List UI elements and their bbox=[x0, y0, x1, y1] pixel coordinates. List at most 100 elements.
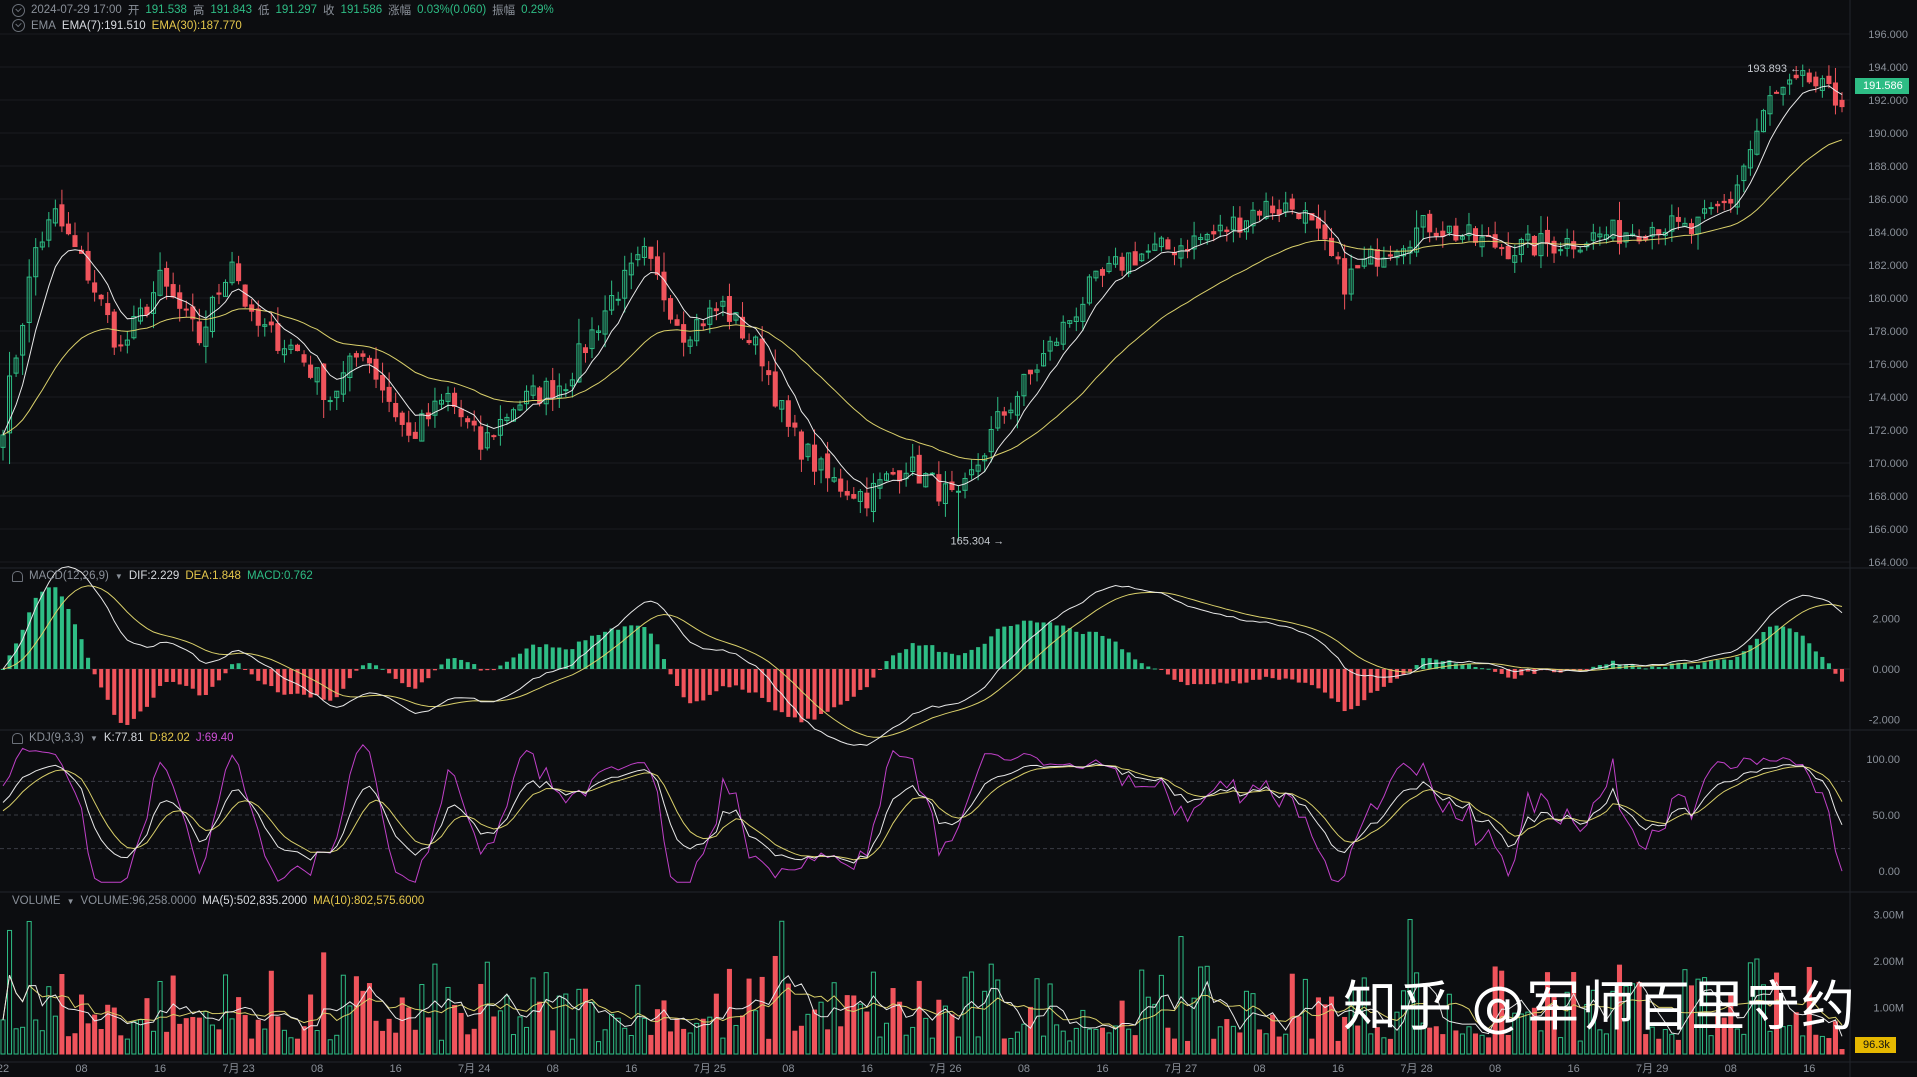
macd-histogram-bar bbox=[1839, 669, 1845, 682]
candle bbox=[1257, 209, 1263, 221]
chart-canvas[interactable]: 193.893 ←165.304 →196.000194.000192.0001… bbox=[0, 0, 1917, 1077]
kdj-k-line bbox=[2, 763, 1843, 864]
candle-body bbox=[890, 472, 896, 475]
macd-histogram-bar bbox=[302, 669, 307, 695]
candle bbox=[589, 317, 595, 359]
macd-histogram-bar bbox=[1493, 669, 1498, 672]
volume-bar bbox=[1198, 966, 1204, 1055]
visibility-icon[interactable] bbox=[12, 19, 25, 32]
candle-body bbox=[1001, 411, 1007, 416]
volume-bar bbox=[1060, 1030, 1066, 1055]
volume-bar bbox=[294, 1038, 301, 1055]
volume-bar bbox=[798, 1025, 804, 1055]
price-axis-label: 176.000 bbox=[1868, 359, 1908, 371]
macd-histogram-bar bbox=[655, 644, 660, 669]
macd-indicator-name[interactable]: MACD(12,26,9) bbox=[29, 570, 109, 582]
candle-body bbox=[1492, 234, 1498, 248]
chevron-down-icon[interactable]: ▼ bbox=[67, 897, 75, 906]
volume-bar bbox=[720, 1037, 726, 1055]
candle bbox=[753, 335, 759, 355]
chevron-down-icon[interactable]: ▼ bbox=[115, 572, 123, 581]
macd-histogram-bar bbox=[524, 648, 529, 669]
kdj-axis-label: 0.00 bbox=[1879, 866, 1900, 878]
candle bbox=[196, 308, 202, 346]
macd-histogram-bar bbox=[1054, 625, 1059, 669]
candle-body bbox=[766, 370, 772, 376]
candle-body bbox=[1826, 75, 1832, 84]
volume-bar bbox=[465, 1034, 471, 1055]
candle bbox=[65, 212, 71, 236]
volume-bar bbox=[753, 1010, 759, 1055]
volume-bar bbox=[399, 997, 405, 1055]
volume-bar bbox=[1217, 1026, 1223, 1055]
candle bbox=[1800, 64, 1806, 88]
candle bbox=[249, 299, 255, 322]
candle bbox=[72, 222, 78, 248]
candle bbox=[340, 361, 346, 403]
macd-histogram-bar bbox=[544, 644, 549, 669]
volume-bar bbox=[144, 998, 150, 1055]
macd-histogram-bar bbox=[1087, 631, 1092, 669]
visibility-icon[interactable] bbox=[12, 3, 25, 17]
volume-bar bbox=[543, 972, 549, 1055]
candle bbox=[491, 434, 497, 440]
alert-bell-icon[interactable] bbox=[12, 570, 23, 582]
volume-bar bbox=[334, 1034, 340, 1055]
volume-bar bbox=[785, 983, 791, 1055]
candle bbox=[46, 212, 52, 248]
x-axis-label: 08 bbox=[75, 1063, 87, 1075]
kdj-d-value: D:82.02 bbox=[149, 732, 190, 744]
macd-histogram-bar bbox=[197, 669, 202, 696]
candle-body bbox=[1165, 239, 1171, 250]
candle-body bbox=[386, 386, 392, 402]
macd-histogram-bar bbox=[1748, 645, 1753, 669]
volume-axis-label: 2.00M bbox=[1873, 956, 1904, 968]
ema7-line bbox=[2, 85, 1843, 490]
volume-bar bbox=[1204, 965, 1210, 1055]
volume-bar bbox=[563, 993, 569, 1055]
candle-body bbox=[1440, 230, 1446, 237]
candle bbox=[779, 400, 785, 423]
candle-body bbox=[615, 298, 621, 301]
macd-histogram-bar bbox=[871, 669, 876, 678]
candle bbox=[818, 456, 824, 484]
volume-bar bbox=[1054, 1024, 1060, 1055]
volume-bar bbox=[805, 1013, 811, 1055]
macd-histogram-bar bbox=[105, 669, 110, 700]
macd-histogram-bar bbox=[354, 669, 359, 671]
macd-histogram-bar bbox=[1211, 669, 1216, 685]
candle-body bbox=[759, 338, 765, 367]
macd-histogram-bar bbox=[1826, 663, 1831, 669]
volume-bar bbox=[393, 1032, 399, 1055]
chevron-down-icon[interactable]: ▼ bbox=[90, 734, 98, 743]
candle-body bbox=[563, 389, 569, 392]
macd-histogram-bar bbox=[1257, 669, 1262, 680]
candle bbox=[1544, 216, 1551, 257]
macd-histogram-bar bbox=[969, 649, 974, 669]
alert-bell-icon[interactable] bbox=[12, 732, 23, 744]
candle bbox=[883, 471, 890, 482]
candle bbox=[641, 237, 647, 266]
candle-body bbox=[1374, 249, 1380, 267]
volume-bar bbox=[766, 1038, 772, 1055]
macd-histogram-bar bbox=[1264, 669, 1269, 677]
ema-indicator-name[interactable]: EMA bbox=[31, 20, 56, 32]
macd-histogram-bar bbox=[1709, 660, 1714, 669]
macd-histogram-bar bbox=[1342, 669, 1347, 712]
volume-axis-label: 1.00M bbox=[1873, 1003, 1904, 1015]
macd-histogram-bar bbox=[1152, 668, 1157, 670]
x-axis-label: 7月 27 bbox=[1165, 1063, 1197, 1075]
volume-legend: VOLUME ▼ VOLUME:96,258.0000 MA(5):502,83… bbox=[12, 895, 424, 907]
macd-histogram-bar bbox=[1113, 641, 1118, 669]
volume-bar bbox=[1158, 974, 1164, 1055]
kdj-indicator-name[interactable]: KDJ(9,3,3) bbox=[29, 732, 84, 744]
candle bbox=[1021, 373, 1027, 407]
candle-body bbox=[301, 354, 307, 363]
macd-histogram-bar bbox=[1702, 662, 1707, 669]
macd-histogram-bar bbox=[86, 657, 91, 669]
volume-indicator-name[interactable]: VOLUME bbox=[12, 895, 61, 907]
candle bbox=[1433, 227, 1439, 241]
macd-histogram-bar bbox=[753, 669, 758, 693]
macd-histogram-bar bbox=[629, 625, 634, 669]
candle bbox=[334, 390, 340, 410]
